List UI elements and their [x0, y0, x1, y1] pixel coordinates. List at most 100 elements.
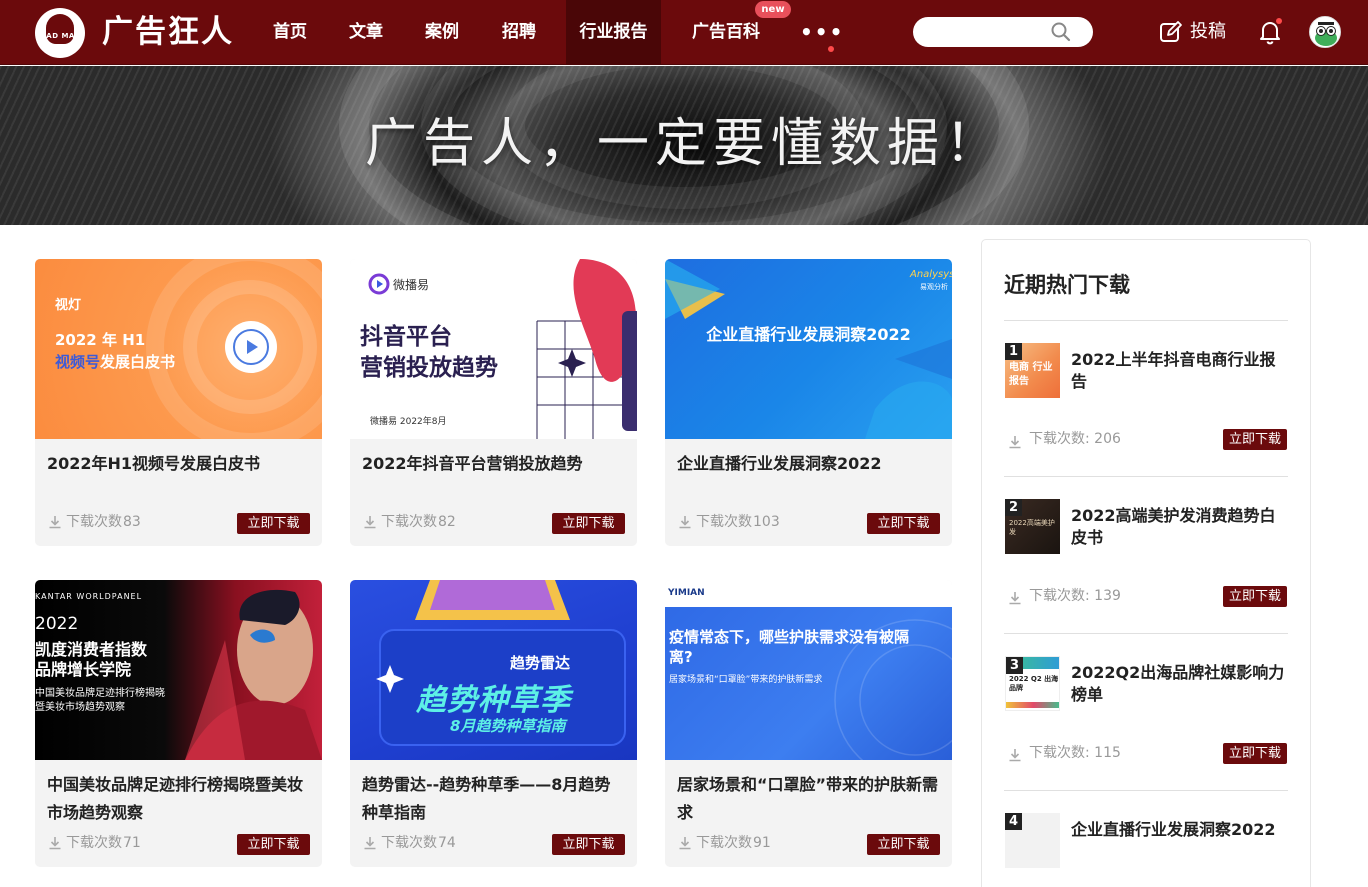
- play-icon[interactable]: [224, 320, 278, 374]
- logo-text[interactable]: 广告狂人: [102, 12, 234, 52]
- nav-item-articles[interactable]: 文章: [334, 0, 398, 65]
- sidebar-item-thumbnail[interactable]: 2022高端美护发 2: [1005, 499, 1060, 554]
- report-title[interactable]: 中国美妆品牌足迹排行榜揭晓暨美妆市场趋势观察: [47, 771, 309, 827]
- thumb-line5: 暨美妆市场趋势观察: [35, 702, 125, 713]
- report-thumbnail[interactable]: 微播易 抖音平台 营销投放趋势 微播易 2022年8月: [350, 259, 637, 439]
- download-icon: [49, 837, 61, 850]
- download-icon: [1009, 749, 1021, 762]
- download-count: 83: [123, 514, 141, 530]
- download-count: 91: [753, 835, 771, 851]
- thumb-line2b: 发展白皮书: [100, 353, 176, 371]
- thumb-line1: 2022: [35, 614, 79, 634]
- nav-item-home[interactable]: 首页: [258, 0, 322, 65]
- report-title[interactable]: 2022年抖音平台营销投放趋势: [362, 450, 624, 478]
- thumb-brand: 视灯: [55, 298, 82, 313]
- download-count-label: 下载次数: [696, 835, 752, 851]
- divider: [1004, 790, 1288, 791]
- rank-badge: 3: [1006, 657, 1023, 674]
- download-count: 74: [438, 835, 456, 851]
- logo-icon[interactable]: MAD MAN: [35, 8, 85, 58]
- download-button[interactable]: 立即下载: [552, 513, 625, 534]
- download-count-label: 下载次数:: [1029, 588, 1090, 604]
- more-menu-button[interactable]: •••: [800, 22, 842, 42]
- thumb-brand: 微播易: [393, 278, 430, 292]
- avatar[interactable]: [1309, 16, 1341, 48]
- download-button[interactable]: 立即下载: [1223, 429, 1287, 450]
- report-thumbnail[interactable]: KANTAR WORLDPANEL 2022 凯度消费者指数 品牌增长学院 中国…: [35, 580, 322, 760]
- report-title[interactable]: 趋势雷达--趋势种草季——8月趋势种草指南: [362, 771, 624, 827]
- thumb-sub: 居家场景和“口罩脸”带来的护肤新需求: [669, 675, 823, 685]
- report-card[interactable]: 趋势雷达 趋势种草季 8月趋势种草指南 趋势雷达--趋势种草季——8月趋势种草指…: [350, 580, 637, 867]
- download-count: 206: [1094, 431, 1121, 447]
- hot-downloads-sidebar: 近期热门下载 电商 行业报告 1 2022上半年抖音电商行业报告 下载次数: 2…: [981, 239, 1311, 887]
- download-count: 82: [438, 514, 456, 530]
- sidebar-item-title[interactable]: 2022Q2出海品牌社媒影响力榜单: [1071, 662, 1291, 706]
- download-count-label: 下载次数: [696, 514, 752, 530]
- report-card[interactable]: 微播易 抖音平台 营销投放趋势 微播易 2022年8月 2022年抖音平台营销投…: [350, 259, 637, 546]
- edit-icon[interactable]: [1159, 20, 1183, 44]
- rank-badge: 2: [1005, 499, 1022, 516]
- thumb-line2: 营销投放趋势: [360, 355, 498, 381]
- download-icon: [679, 516, 691, 529]
- nav-item-industry-reports[interactable]: 行业报告: [566, 0, 661, 65]
- download-button[interactable]: 立即下载: [1223, 743, 1287, 764]
- report-title[interactable]: 居家场景和“口罩脸”带来的护肤新需求: [677, 771, 939, 827]
- download-button[interactable]: 立即下载: [552, 834, 625, 855]
- thumb-line1: 2022 年 H1: [55, 331, 146, 349]
- banner-title: 广告人，一定要懂数据！: [364, 114, 1003, 174]
- sidebar-item-thumbnail[interactable]: 电商 行业报告 1: [1005, 343, 1060, 398]
- download-button[interactable]: 立即下载: [237, 513, 310, 534]
- report-thumbnail[interactable]: Analysys 易观分析 企业直播行业发展洞察2022: [665, 259, 952, 439]
- divider: [1004, 633, 1288, 634]
- sidebar-item-thumbnail[interactable]: 2022 Q2 出海品牌 3: [1005, 656, 1060, 711]
- sidebar-item-title[interactable]: 企业直播行业发展洞察2022: [1071, 819, 1291, 841]
- thumb-tag: 趋势雷达: [510, 654, 571, 672]
- report-title[interactable]: 企业直播行业发展洞察2022: [677, 450, 939, 478]
- report-card[interactable]: KANTAR WORLDPANEL 2022 凯度消费者指数 品牌增长学院 中国…: [35, 580, 322, 867]
- divider: [1004, 320, 1288, 321]
- thumb-text: 2022 Q2 出海品牌: [1009, 675, 1059, 692]
- download-count: 139: [1094, 588, 1121, 604]
- download-count-label: 下载次数:: [1029, 745, 1090, 761]
- sidebar-item-title[interactable]: 2022高端美护发消费趋势白皮书: [1071, 505, 1291, 549]
- weiboyi-logo-icon: [368, 273, 390, 295]
- divider: [1004, 476, 1288, 477]
- sidebar-item-thumbnail[interactable]: 4: [1005, 813, 1060, 868]
- thumb-sub: 8月趋势种草指南: [450, 717, 566, 735]
- nav-item-cases[interactable]: 案例: [410, 0, 474, 65]
- download-count-label: 下载次数: [381, 514, 437, 530]
- report-thumbnail[interactable]: 趋势雷达 趋势种草季 8月趋势种草指南: [350, 580, 637, 760]
- report-thumbnail[interactable]: 视灯 2022 年 H1 视频号发展白皮书: [35, 259, 322, 439]
- report-card[interactable]: Analysys 易观分析 企业直播行业发展洞察2022 企业直播行业发展洞察2…: [665, 259, 952, 546]
- thumb-text: 电商 行业报告: [1009, 362, 1053, 387]
- thumb-headline: 企业直播行业发展洞察2022: [706, 325, 911, 344]
- download-count: 71: [123, 835, 141, 851]
- new-badge: new: [755, 1, 791, 18]
- download-count-label: 下载次数: [66, 835, 122, 851]
- download-button[interactable]: 立即下载: [1223, 586, 1287, 607]
- download-icon: [1009, 436, 1021, 449]
- download-button[interactable]: 立即下载: [867, 834, 940, 855]
- rank-badge: 4: [1005, 813, 1022, 830]
- download-button[interactable]: 立即下载: [237, 834, 310, 855]
- thumb-brand-sub: 易观分析: [920, 283, 948, 291]
- nav-item-jobs[interactable]: 招聘: [487, 0, 551, 65]
- thumb-brand: YIMIAN: [668, 588, 705, 598]
- post-label[interactable]: 投稿: [1190, 17, 1226, 47]
- download-count-label: 下载次数: [66, 514, 122, 530]
- search-icon[interactable]: [1050, 21, 1072, 43]
- report-card[interactable]: 视灯 2022 年 H1 视频号发展白皮书 2022年H1视频号发展白皮书 下载…: [35, 259, 322, 546]
- report-card[interactable]: YIMIAN 疫情常态下，哪些护肤需求没有被隔离? 居家场景和“口罩脸”带来的护…: [665, 580, 952, 867]
- sidebar-item-title[interactable]: 2022上半年抖音电商行业报告: [1071, 349, 1291, 393]
- download-icon: [1009, 592, 1021, 605]
- top-nav: MAD MAN 广告狂人 首页 文章 案例 招聘 行业报告 广告百科 new •…: [0, 0, 1368, 65]
- thumb-brand: Analysys: [910, 269, 952, 280]
- download-count-label: 下载次数:: [1029, 431, 1090, 447]
- report-title[interactable]: 2022年H1视频号发展白皮书: [47, 450, 309, 478]
- thumb-brand: KANTAR WORLDPANEL: [35, 592, 143, 601]
- download-count: 103: [753, 514, 780, 530]
- download-icon: [49, 516, 61, 529]
- report-thumbnail[interactable]: YIMIAN 疫情常态下，哪些护肤需求没有被隔离? 居家场景和“口罩脸”带来的护…: [665, 580, 952, 760]
- download-button[interactable]: 立即下载: [867, 513, 940, 534]
- logo-badge-text: MAD MAN: [38, 32, 82, 40]
